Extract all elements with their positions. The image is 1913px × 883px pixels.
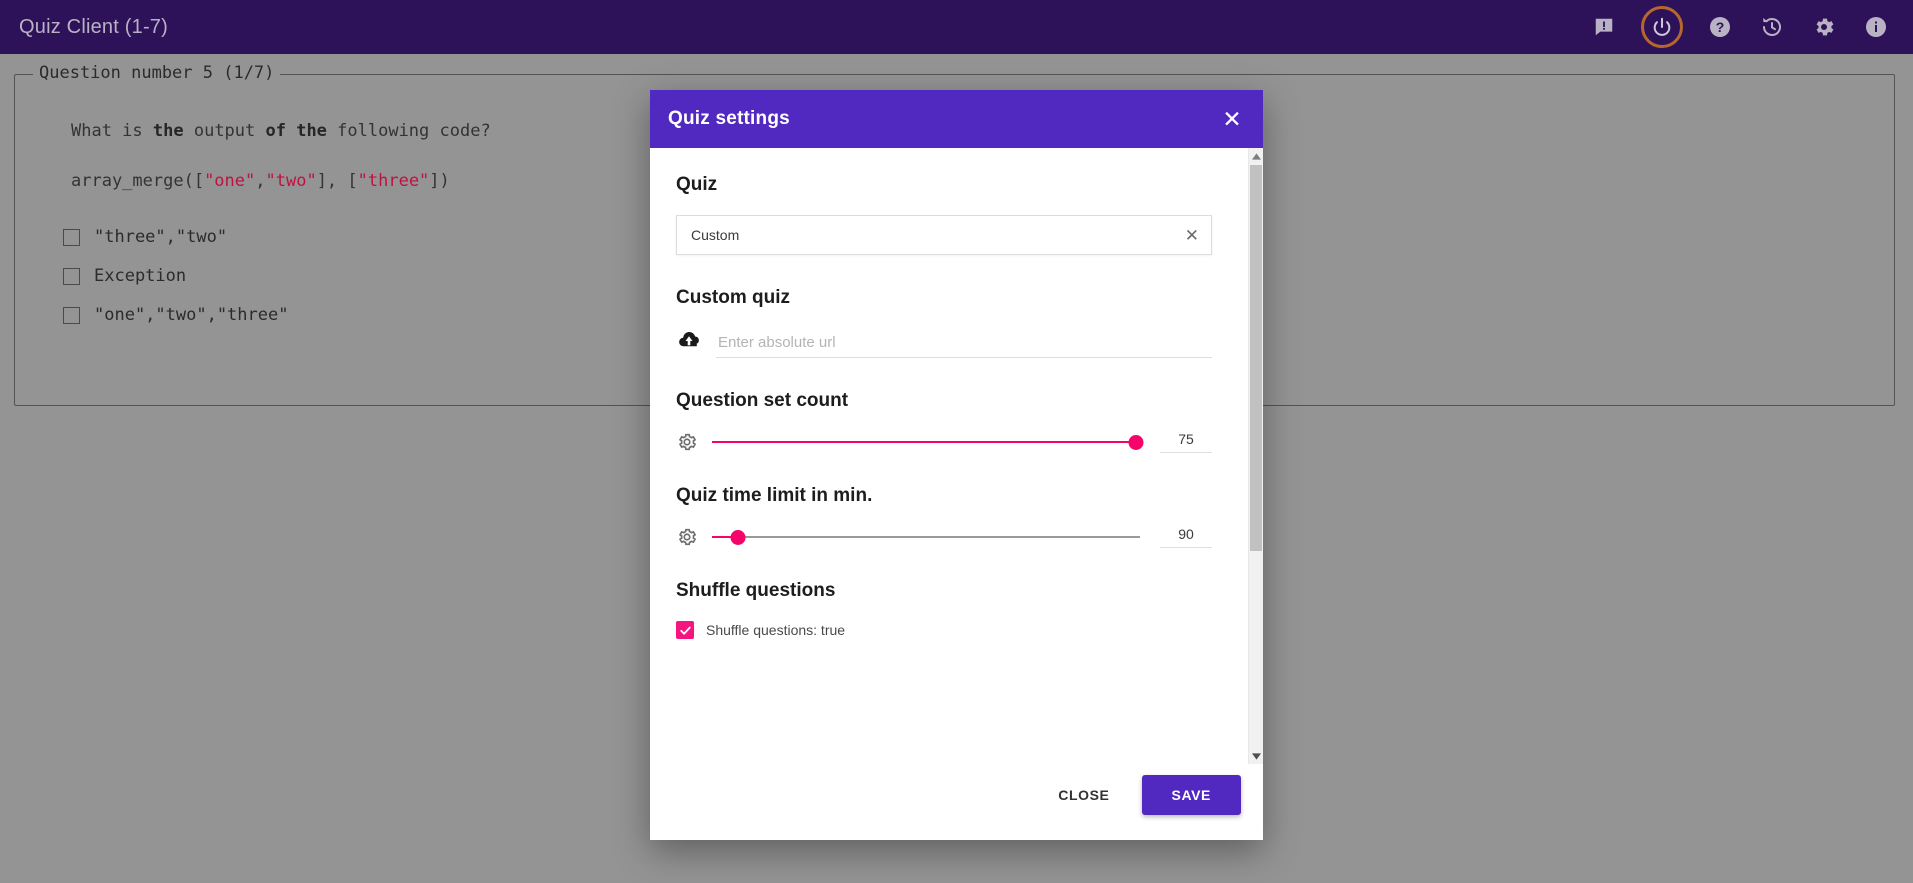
slider-fill [712, 441, 1136, 443]
dialog-title: Quiz settings [668, 108, 790, 129]
feedback-icon[interactable] [1589, 12, 1619, 42]
section-question-set-count: Question set count 75 [676, 390, 1212, 453]
section-custom-quiz: Custom quiz [676, 287, 1212, 358]
svg-text:?: ? [1716, 19, 1725, 35]
answer-option-label: "one","two","three" [94, 305, 289, 325]
dialog-scrollbar[interactable] [1248, 148, 1263, 764]
question-set-count-heading: Question set count [676, 390, 849, 411]
help-icon[interactable]: ? [1705, 12, 1735, 42]
save-button[interactable]: SAVE [1141, 775, 1241, 815]
code-comma-1: , [255, 171, 266, 191]
scroll-up-icon[interactable] [1249, 148, 1263, 164]
slider-thumb[interactable] [730, 530, 746, 545]
custom-quiz-url-row [676, 328, 1212, 358]
gear-icon [676, 431, 698, 453]
code-string-2: "two" [265, 171, 317, 191]
prompt-part-1: What is [71, 121, 153, 141]
quiz-time-limit-slider[interactable] [712, 526, 1140, 548]
answer-option-label: Exception [94, 266, 187, 286]
scrollbar-thumb[interactable] [1250, 165, 1262, 551]
code-part-3: ]) [429, 171, 450, 191]
quiz-time-limit-heading: Quiz time limit in min. [676, 485, 873, 506]
shuffle-questions-heading: Shuffle questions [676, 580, 836, 601]
shuffle-questions-checkbox[interactable] [676, 621, 694, 639]
power-icon[interactable] [1641, 6, 1683, 48]
header-icon-group: ? [1589, 6, 1913, 48]
section-custom-quiz-heading: Custom quiz [676, 287, 790, 308]
prompt-part-3: following code? [326, 121, 491, 141]
cloud-upload-icon [676, 328, 702, 354]
code-string-1: "one" [204, 171, 256, 191]
dialog-footer: CLOSE SAVE [650, 764, 1263, 840]
answer-checkbox[interactable] [63, 267, 80, 285]
quiz-settings-dialog: Quiz settings ✕ Quiz Custom ✕ Custom qui… [650, 90, 1263, 840]
code-part-1: array_merge([ [71, 171, 205, 191]
dialog-body: Quiz Custom ✕ Custom quiz Enter absolute… [650, 148, 1248, 764]
quiz-time-limit-row: 90 [676, 526, 1212, 548]
scroll-down-icon[interactable] [1249, 748, 1263, 764]
shuffle-questions-label: Shuffle questions: true [706, 622, 846, 638]
prompt-bold-2: of the [265, 121, 327, 141]
slider-thumb[interactable] [1128, 435, 1144, 450]
settings-gear-icon[interactable] [1809, 12, 1839, 42]
history-icon[interactable] [1757, 12, 1787, 42]
question-set-count-row: 75 [676, 431, 1212, 453]
question-set-count-slider[interactable] [712, 431, 1144, 453]
dialog-body-wrapper: Quiz Custom ✕ Custom quiz Enter absolute… [650, 148, 1263, 764]
dialog-header: Quiz settings ✕ [650, 90, 1263, 148]
question-set-count-value[interactable]: 75 [1160, 431, 1212, 453]
prompt-part-2: output [183, 121, 266, 141]
code-string-3: "three" [357, 171, 430, 191]
section-quiz-time-limit: Quiz time limit in min. 90 [676, 485, 1212, 548]
section-shuffle-questions: Shuffle questions Shuffle questions: tru… [676, 580, 1212, 639]
slider-track [712, 536, 1140, 538]
clear-icon[interactable]: ✕ [1185, 227, 1199, 244]
app-header-bar: Quiz Client (1-7) ? [0, 0, 1913, 54]
answer-option-label: "three","two" [94, 227, 228, 247]
app-title: Quiz Client (1-7) [19, 15, 168, 38]
close-button[interactable]: CLOSE [1042, 777, 1125, 813]
quiz-time-limit-value[interactable]: 90 [1160, 526, 1212, 548]
section-quiz: Quiz Custom ✕ [676, 174, 1212, 255]
shuffle-questions-row[interactable]: Shuffle questions: true [676, 621, 1212, 639]
code-part-2: ], [ [316, 171, 358, 191]
gear-icon [676, 526, 698, 548]
question-legend: Question number 5 (1/7) [33, 63, 281, 83]
quiz-select-value: Custom [691, 227, 740, 243]
prompt-bold-1: the [152, 121, 184, 141]
answer-checkbox[interactable] [63, 228, 80, 246]
quiz-select[interactable]: Custom ✕ [676, 215, 1212, 255]
section-quiz-heading: Quiz [676, 174, 718, 195]
custom-quiz-url-input[interactable] [716, 328, 1212, 358]
close-icon[interactable]: ✕ [1219, 106, 1245, 132]
info-icon[interactable] [1861, 12, 1891, 42]
answer-checkbox[interactable] [63, 306, 80, 324]
